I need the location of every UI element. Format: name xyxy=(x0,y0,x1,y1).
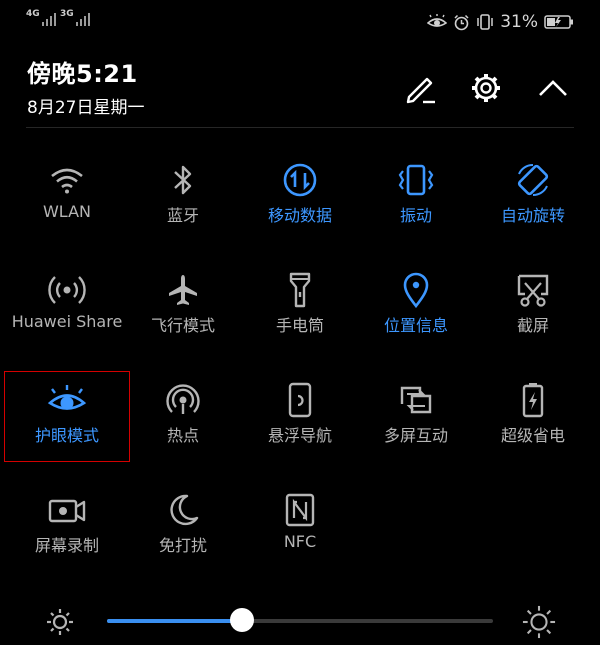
tile-label: NFC xyxy=(283,532,317,551)
airplane-icon xyxy=(169,275,197,305)
tile-eye-comfort[interactable]: 护眼模式 xyxy=(9,375,125,475)
huawei-share-icon xyxy=(48,276,86,304)
flashlight-icon xyxy=(289,272,311,308)
tile-screen-record[interactable]: 屏幕录制 xyxy=(9,485,125,585)
floating-dock-icon xyxy=(288,382,312,418)
screen-record-icon xyxy=(48,499,86,523)
tile-flashlight[interactable]: 手电筒 xyxy=(242,265,358,365)
tile-floating-dock[interactable]: 悬浮导航 xyxy=(242,375,358,475)
screenshot-icon xyxy=(517,274,549,307)
tile-label: 位置信息 xyxy=(383,316,448,335)
sim2-signal: 3G xyxy=(60,9,90,26)
signal-bars-icon xyxy=(41,12,56,26)
vibrate-icon xyxy=(477,14,493,30)
tile-label: 自动旋转 xyxy=(500,206,565,225)
hotspot-icon xyxy=(166,384,200,414)
edit-button[interactable] xyxy=(400,68,440,108)
header-divider xyxy=(26,127,574,128)
brightness-low-icon xyxy=(47,609,73,635)
tile-label: 飞行模式 xyxy=(150,316,215,335)
tile-wlan[interactable]: WLAN xyxy=(9,155,125,255)
tile-nfc[interactable]: NFC xyxy=(242,485,358,585)
sim2-network-type: 3G xyxy=(60,9,74,19)
battery-icon xyxy=(544,15,573,29)
brightness-high-icon xyxy=(522,605,556,639)
sim1-signal: 4G xyxy=(26,9,56,26)
collapse-chevron-icon xyxy=(539,80,567,96)
tile-label: 截屏 xyxy=(516,316,549,335)
tile-location[interactable]: 位置信息 xyxy=(358,265,474,365)
tile-huawei-share[interactable]: Huawei Share xyxy=(9,265,125,365)
tile-label: 热点 xyxy=(166,426,199,445)
tile-airplane-mode[interactable]: 飞行模式 xyxy=(125,265,241,365)
settings-gear-icon xyxy=(472,74,500,102)
collapse-panel-button[interactable] xyxy=(533,68,573,108)
power-saving-icon xyxy=(522,383,544,418)
tile-label: 多屏互动 xyxy=(383,426,448,445)
bluetooth-icon xyxy=(174,165,192,195)
tile-label: 振动 xyxy=(399,206,432,225)
eye-comfort-icon xyxy=(427,14,448,27)
sim1-network-type: 4G xyxy=(26,9,40,19)
wifi-icon xyxy=(51,168,83,194)
alarm-icon xyxy=(454,14,469,30)
tile-label: 蓝牙 xyxy=(166,206,199,225)
tile-multi-screen[interactable]: 多屏互动 xyxy=(358,375,474,475)
battery-percent: 31% xyxy=(500,12,538,32)
vibrate-icon xyxy=(398,164,434,196)
do-not-disturb-moon-icon xyxy=(170,494,199,526)
tile-hotspot[interactable]: 热点 xyxy=(125,375,241,475)
tile-label: 超级省电 xyxy=(500,426,565,445)
signal-bars-icon xyxy=(75,12,90,26)
brightness-slider-thumb[interactable] xyxy=(230,608,254,632)
location-pin-icon xyxy=(403,272,429,309)
date-label: 8月27日星期一 xyxy=(27,98,145,118)
brightness-min xyxy=(43,605,77,639)
edit-icon xyxy=(406,77,435,104)
auto-rotate-icon xyxy=(517,163,549,197)
clock-time: 傍晚5:21 xyxy=(27,60,138,88)
mobile-data-icon xyxy=(283,163,317,197)
status-indicators: 31% xyxy=(427,12,574,32)
status-bar: 4G 3G 31% xyxy=(0,0,600,44)
nfc-icon xyxy=(285,493,315,527)
brightness-slider[interactable] xyxy=(107,619,493,623)
settings-button[interactable] xyxy=(466,68,506,108)
multi-screen-icon xyxy=(400,386,432,414)
brightness-slider-fill xyxy=(107,619,242,623)
tile-bluetooth[interactable]: 蓝牙 xyxy=(125,155,241,255)
tile-auto-rotate[interactable]: 自动旋转 xyxy=(475,155,591,255)
tile-power-saving[interactable]: 超级省电 xyxy=(475,375,591,475)
tile-screenshot[interactable]: 截屏 xyxy=(475,265,591,365)
eye-comfort-icon xyxy=(47,385,87,410)
tile-label: 免打扰 xyxy=(158,536,207,555)
brightness-max xyxy=(522,605,556,639)
tile-do-not-disturb[interactable]: 免打扰 xyxy=(125,485,241,585)
tile-mobile-data[interactable]: 移动数据 xyxy=(242,155,358,255)
tile-vibrate[interactable]: 振动 xyxy=(358,155,474,255)
